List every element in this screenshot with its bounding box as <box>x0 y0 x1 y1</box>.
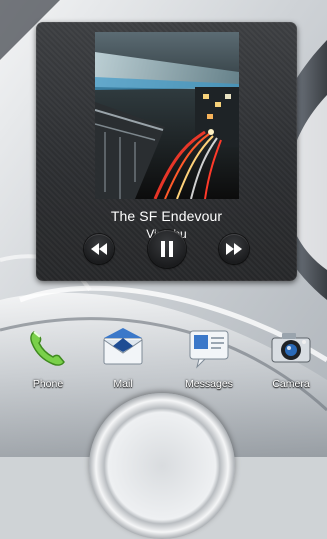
message-bubble-icon <box>189 330 229 369</box>
track-title: The SF Endevour <box>110 208 223 224</box>
dock-phone[interactable]: Phone <box>15 326 81 390</box>
previous-button[interactable] <box>84 234 114 264</box>
camera-icon <box>271 333 311 363</box>
dock-messages-label: Messages <box>185 378 233 390</box>
fast-forward-icon <box>226 243 242 255</box>
dock-messages[interactable]: Messages <box>176 326 242 390</box>
dock-phone-label: Phone <box>32 378 64 390</box>
album-art[interactable] <box>95 32 239 199</box>
dock-mail-label: Mail <box>113 378 133 390</box>
play-pause-button[interactable] <box>148 230 186 268</box>
next-button[interactable] <box>219 234 249 264</box>
rewind-icon <box>91 243 107 255</box>
unlock-ring[interactable] <box>89 393 235 539</box>
music-widget: The SF Endevour Vintabu <box>36 22 297 281</box>
pause-icon <box>161 241 173 257</box>
dock-camera-label: Camera <box>272 378 310 390</box>
envelope-icon <box>103 328 143 365</box>
dock-mail[interactable]: Mail <box>90 326 156 390</box>
dock-camera[interactable]: Camera <box>258 326 324 390</box>
phone-handset-icon <box>30 331 65 366</box>
